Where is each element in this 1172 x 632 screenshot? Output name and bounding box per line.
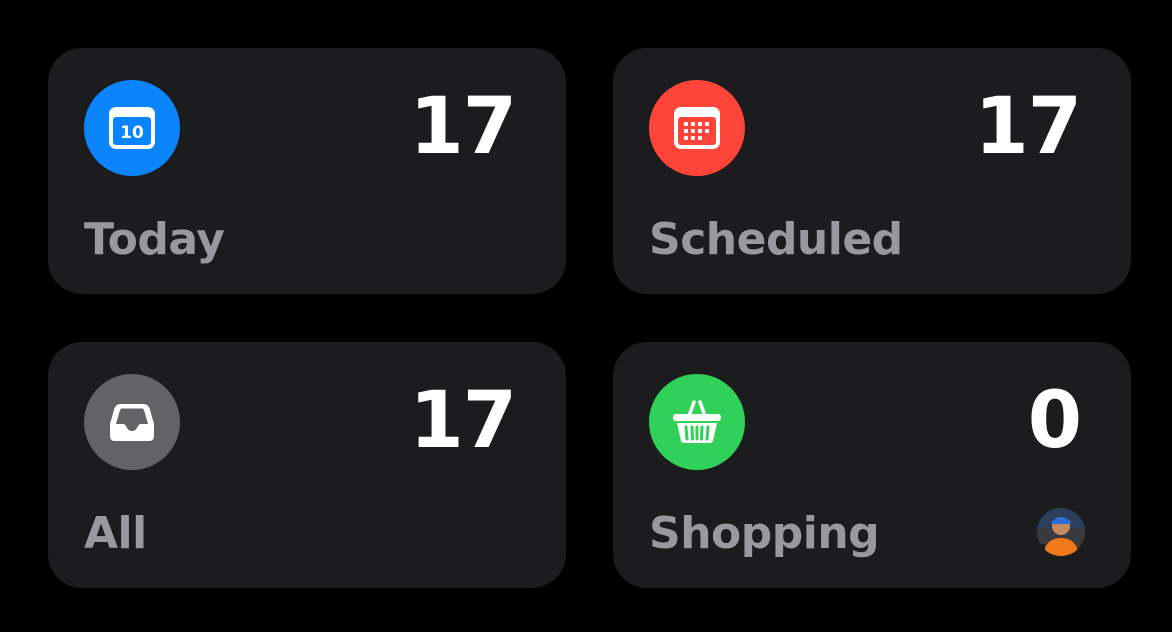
- list-card-today[interactable]: 10 17 Today: [48, 48, 566, 294]
- list-card-scheduled[interactable]: 17 Scheduled: [613, 48, 1131, 294]
- today-count: 17: [409, 82, 517, 172]
- today-icon-badge: 10: [84, 80, 180, 176]
- smart-lists-grid: 10 17 Today 17 Scheduled 17 All 0 Shoppi…: [0, 0, 1172, 632]
- list-card-all[interactable]: 17 All: [48, 342, 566, 588]
- calendar-grid-icon: [674, 107, 720, 149]
- shared-user-avatar: [1037, 508, 1085, 556]
- shopping-label: Shopping: [649, 508, 880, 559]
- scheduled-label: Scheduled: [649, 214, 903, 265]
- calendar-day-number: 10: [120, 123, 144, 143]
- calendar-today-icon: 10: [109, 107, 155, 149]
- scheduled-icon-badge: [649, 80, 745, 176]
- all-count: 17: [409, 376, 517, 466]
- all-icon-badge: [84, 374, 180, 470]
- basket-icon: [673, 400, 721, 443]
- today-label: Today: [84, 214, 225, 265]
- shopping-icon-badge: [649, 374, 745, 470]
- scheduled-count: 17: [974, 82, 1082, 172]
- shopping-count: 0: [1027, 376, 1082, 466]
- all-label: All: [84, 508, 147, 559]
- list-card-shopping[interactable]: 0 Shopping: [613, 342, 1131, 588]
- tray-icon: [110, 404, 154, 441]
